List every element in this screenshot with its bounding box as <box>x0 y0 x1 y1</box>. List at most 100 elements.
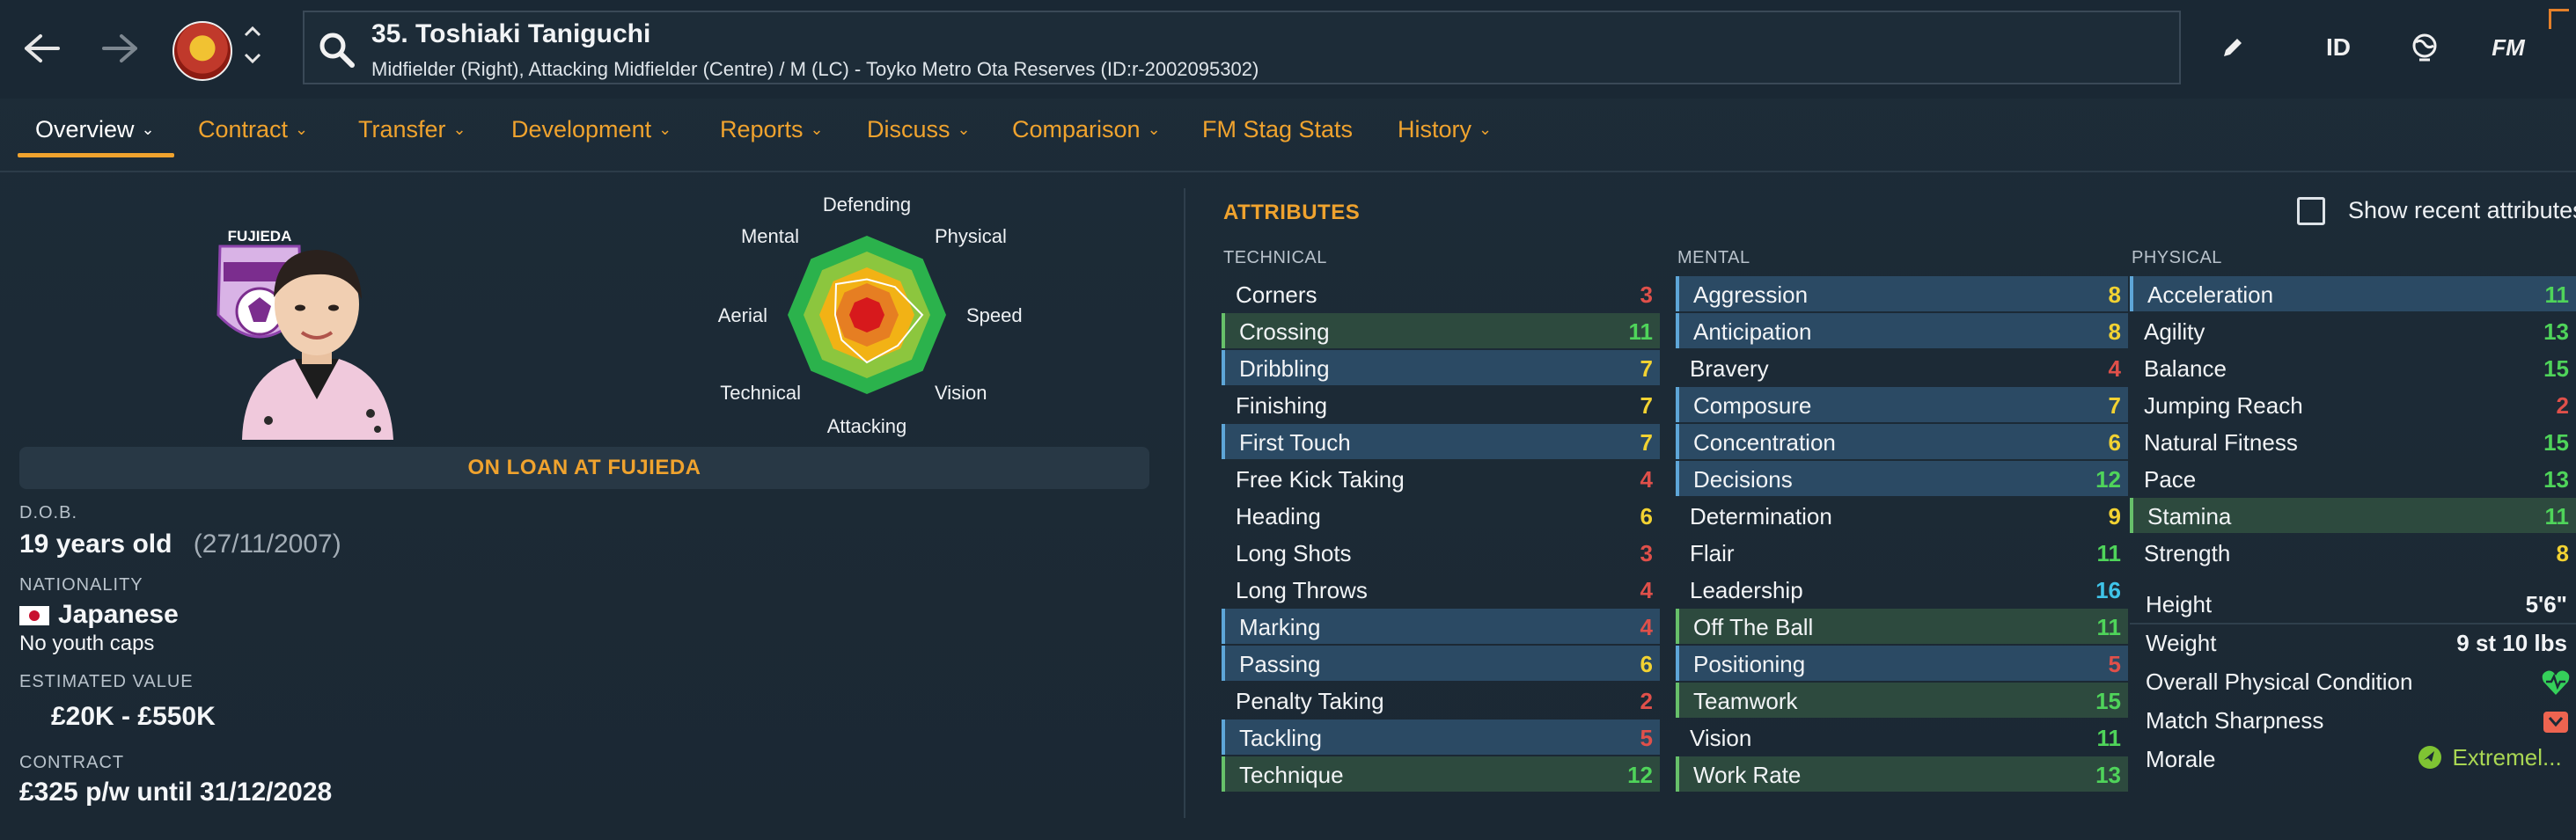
tab-transfer[interactable]: Transfer ⌄ <box>358 116 466 169</box>
attribute-row-anticipation[interactable]: Anticipation 8 <box>1676 313 2128 348</box>
tab-discuss[interactable]: Discuss ⌄ <box>867 116 971 169</box>
attribute-row-positioning[interactable]: Positioning 5 <box>1676 646 2128 681</box>
loan-status-banner[interactable]: ON LOAN AT FUJIEDA <box>19 447 1149 489</box>
attribute-name: Natural Fitness <box>2144 429 2298 456</box>
attribute-value: 4 <box>2108 355 2121 382</box>
attribute-row-vision[interactable]: Vision 11 <box>1676 719 2128 755</box>
attribute-name: Passing <box>1239 651 1321 677</box>
attribute-value: 4 <box>1640 614 1653 640</box>
attribute-radar-chart: Defending Physical Speed Vision Attacking Tec… <box>686 188 1056 443</box>
attribute-row-composure[interactable]: Composure 7 <box>1676 387 2128 422</box>
attribute-row-agility[interactable]: Agility 13 <box>2130 313 2576 348</box>
attribute-value: 15 <box>2095 688 2121 714</box>
morale-value[interactable]: Extremel... <box>2417 744 2562 774</box>
attribute-row-heading[interactable]: Heading 6 <box>1222 498 1660 533</box>
contract-value[interactable]: £325 p/w until 31/12/2028 <box>19 778 332 807</box>
attribute-row-work-rate[interactable]: Work Rate 13 <box>1676 756 2128 792</box>
forward-arrow-icon[interactable] <box>93 21 146 76</box>
attribute-row-jumping-reach[interactable]: Jumping Reach 2 <box>2130 387 2576 422</box>
attribute-row-balance[interactable]: Balance 15 <box>2130 350 2576 385</box>
chevron-up-down-icon[interactable] <box>241 23 264 73</box>
attribute-row-long-shots[interactable]: Long Shots 3 <box>1222 535 1660 570</box>
tab-overview[interactable]: Overview ⌄ <box>35 116 155 169</box>
attribute-name: Long Throws <box>1236 577 1368 603</box>
show-recent-checkbox[interactable] <box>2297 197 2325 225</box>
attribute-row-marking[interactable]: Marking 4 <box>1222 609 1660 644</box>
attribute-row-dribbling[interactable]: Dribbling 7 <box>1222 350 1660 385</box>
attribute-row-first-touch[interactable]: First Touch 7 <box>1222 424 1660 459</box>
attribute-value: 6 <box>1640 651 1653 677</box>
attribute-row-long-throws[interactable]: Long Throws 4 <box>1222 572 1660 607</box>
fm-logo-icon[interactable]: FM <box>2482 25 2535 70</box>
attribute-row-pace[interactable]: Pace 13 <box>2130 461 2576 496</box>
attribute-name: Heading <box>1236 503 1321 530</box>
attribute-value: 7 <box>1640 355 1653 382</box>
attribute-row-leadership[interactable]: Leadership 16 <box>1676 572 2128 607</box>
attribute-row-finishing[interactable]: Finishing 7 <box>1222 387 1660 422</box>
attribute-row-stamina[interactable]: Stamina 11 <box>2130 498 2576 533</box>
nationality-label: NATIONALITY <box>19 575 143 595</box>
attribute-row-concentration[interactable]: Concentration 6 <box>1676 424 2128 459</box>
attribute-value: 11 <box>2096 540 2122 566</box>
edit-pencil-icon[interactable] <box>2209 25 2257 70</box>
attribute-value: 8 <box>2108 318 2121 345</box>
tab-contract[interactable]: Contract ⌄ <box>198 116 308 169</box>
attribute-row-passing[interactable]: Passing 6 <box>1222 646 1660 681</box>
radar-label-attacking: Attacking <box>827 415 907 437</box>
attribute-row-technique[interactable]: Technique 12 <box>1222 756 1660 792</box>
attribute-name: Bravery <box>1690 355 1769 382</box>
morale-text: Extremel... <box>2452 744 2562 771</box>
chevron-down-icon: ⌄ <box>810 121 824 138</box>
attribute-row-tackling[interactable]: Tackling 5 <box>1222 719 1660 755</box>
attribute-row-teamwork[interactable]: Teamwork 15 <box>1676 683 2128 718</box>
attribute-name: Flair <box>1690 540 1735 566</box>
tab-reports[interactable]: Reports ⌄ <box>720 116 824 169</box>
attribute-value: 2 <box>1640 688 1653 714</box>
attribute-row-penalty-taking[interactable]: Penalty Taking 2 <box>1222 683 1660 718</box>
top-bar: 35. Toshiaki Taniguchi Midfielder (Right… <box>0 0 2576 99</box>
attribute-row-off-the-ball[interactable]: Off The Ball 11 <box>1676 609 2128 644</box>
attribute-row-crossing[interactable]: Crossing 11 <box>1222 313 1660 348</box>
attribute-row-determination[interactable]: Determination 9 <box>1676 498 2128 533</box>
radar-label-aerial: Aerial <box>718 304 767 326</box>
attribute-row-acceleration[interactable]: Acceleration 11 <box>2130 276 2576 311</box>
tab-comparison[interactable]: Comparison ⌄ <box>1012 116 1161 169</box>
attribute-row-decisions[interactable]: Decisions 12 <box>1676 461 2128 496</box>
nationality-value[interactable]: Japanese <box>58 600 179 630</box>
attribute-row-flair[interactable]: Flair 11 <box>1676 535 2128 570</box>
attribute-name: Determination <box>1690 503 1832 530</box>
attribute-value: 11 <box>2544 281 2570 308</box>
attribute-value: 8 <box>2556 540 2569 566</box>
match-sharpness-icon <box>2541 707 2571 735</box>
globe-icon[interactable] <box>2401 25 2448 70</box>
attribute-row-corners[interactable]: Corners 3 <box>1222 276 1660 311</box>
tab-development[interactable]: Development ⌄ <box>511 116 672 169</box>
physical-header: PHYSICAL <box>2132 248 2222 267</box>
contract-label: CONTRACT <box>19 753 125 772</box>
attribute-name: Teamwork <box>1693 688 1798 714</box>
attribute-value: 4 <box>1640 577 1653 603</box>
attribute-name: Decisions <box>1693 466 1793 493</box>
attribute-value: 3 <box>1640 540 1653 566</box>
attribute-row-free-kick-taking[interactable]: Free Kick Taking 4 <box>1222 461 1660 496</box>
attribute-row-bravery[interactable]: Bravery 4 <box>1676 350 2128 385</box>
back-arrow-icon[interactable] <box>16 21 69 76</box>
attribute-name: Dribbling <box>1239 355 1330 382</box>
attribute-name: Aggression <box>1693 281 1809 308</box>
weight-label: Weight <box>2146 630 2217 656</box>
player-search-box[interactable]: 35. Toshiaki Taniguchi Midfielder (Right… <box>303 11 2181 84</box>
radar-label-speed: Speed <box>966 304 1023 326</box>
attribute-row-strength[interactable]: Strength 8 <box>2130 535 2576 570</box>
id-icon[interactable]: ID <box>2315 25 2362 70</box>
attribute-name: Concentration <box>1693 429 1836 456</box>
attribute-row-natural-fitness[interactable]: Natural Fitness 15 <box>2130 424 2576 459</box>
panel-divider <box>1184 188 1185 818</box>
tab-fm-stag-stats[interactable]: FM Stag Stats <box>1202 116 1353 169</box>
attribute-value: 16 <box>2095 577 2121 603</box>
attribute-value: 3 <box>1640 281 1653 308</box>
attribute-name: Balance <box>2144 355 2227 382</box>
tab-history[interactable]: History ⌄ <box>1398 116 1492 169</box>
attribute-row-aggression[interactable]: Aggression 8 <box>1676 276 2128 311</box>
club-badge[interactable] <box>172 21 232 81</box>
search-icon[interactable] <box>317 30 357 70</box>
